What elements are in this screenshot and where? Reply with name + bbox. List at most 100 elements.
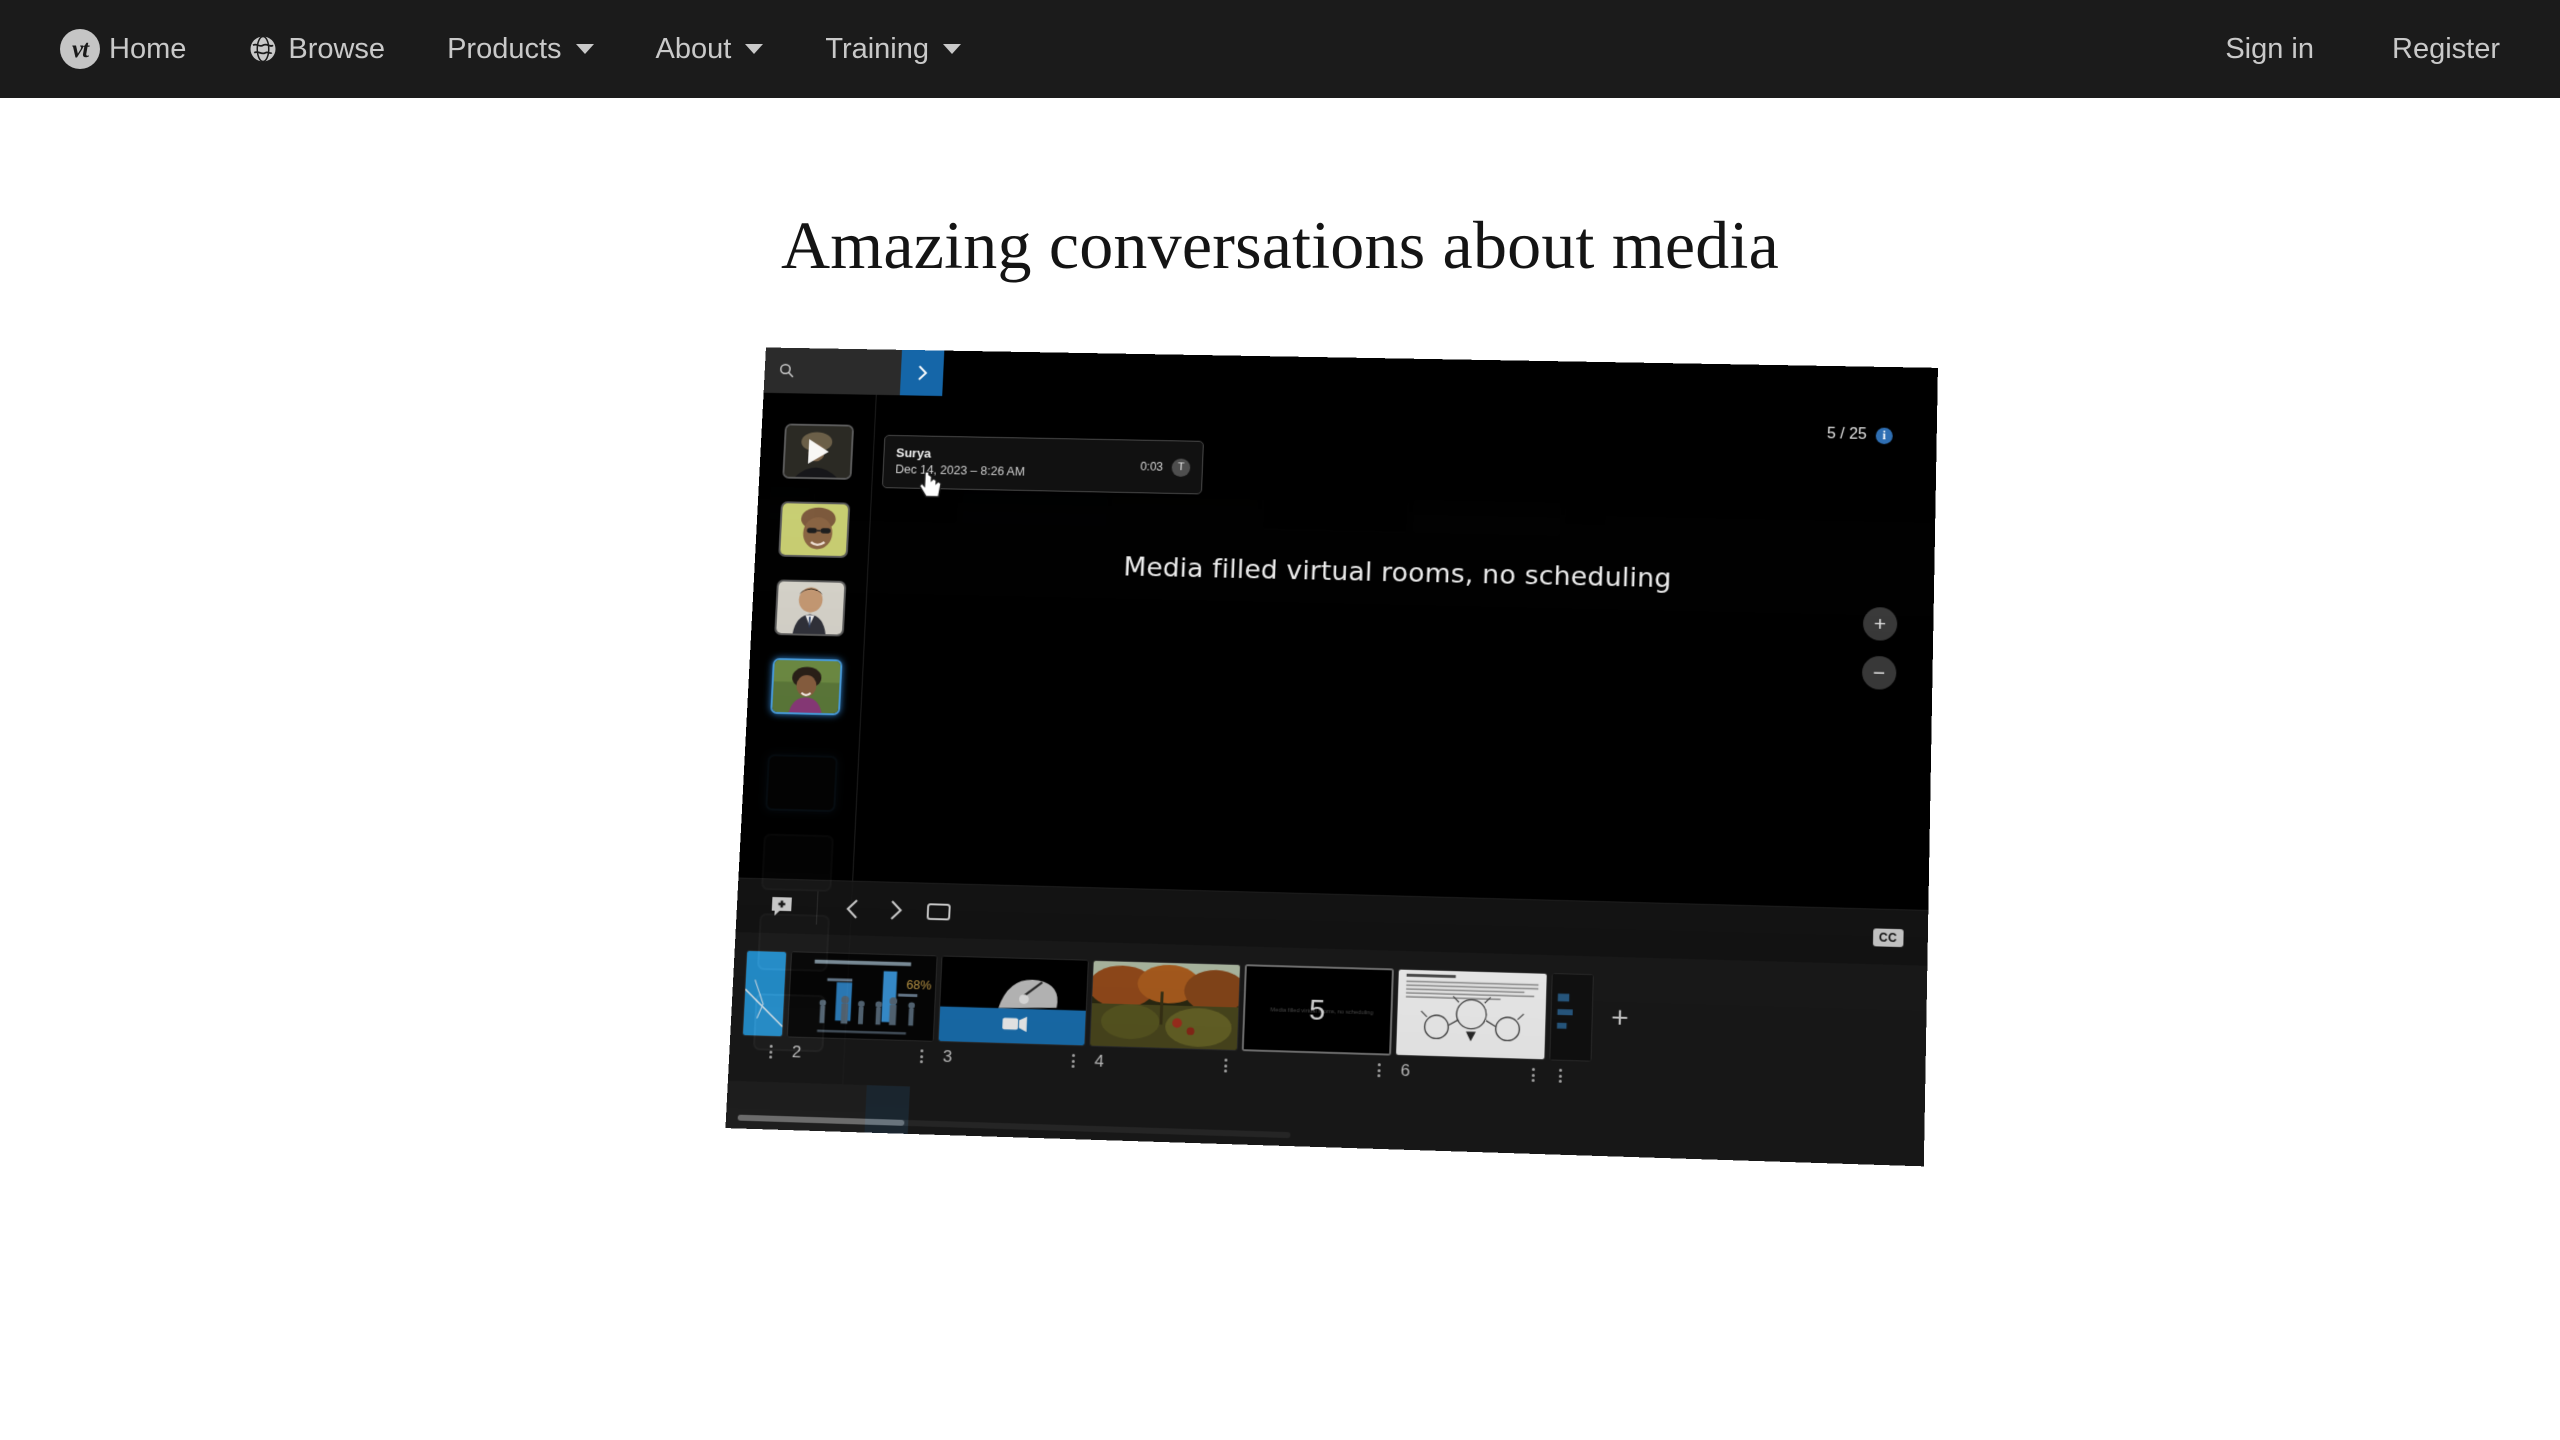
filmstrip-item-meta: 2 (785, 1037, 933, 1071)
slide-filmstrip: 68% 2 3 4 Media filled virtual rooms, no… (725, 932, 1927, 1166)
slide-thumb-image (1396, 970, 1547, 1060)
vt-logo-icon: vt (60, 29, 100, 69)
search-input[interactable] (764, 347, 902, 395)
panel-toggle-button[interactable] (900, 350, 944, 396)
participant-thumbnail-2[interactable] (778, 501, 850, 558)
slide-title-text: Media filled virtual rooms, no schedulin… (1123, 552, 1672, 594)
nav-item-home-label: Home (109, 35, 186, 64)
zoom-in-button[interactable]: + (1863, 607, 1898, 641)
fullscreen-button[interactable] (916, 889, 961, 933)
search-icon (778, 362, 796, 379)
slide-number: 3 (938, 1047, 952, 1067)
nav-left-group: vt Home Browse Products About Training (60, 29, 1023, 69)
add-comment-button[interactable] (759, 885, 804, 929)
participant-avatar (780, 503, 848, 556)
slide-thumbnail-7[interactable] (1549, 973, 1594, 1062)
mouse-cursor-pointer-icon (918, 470, 944, 499)
filmstrip-scrollbar[interactable] (738, 1115, 1291, 1138)
slide-number: 6 (1396, 1061, 1410, 1081)
add-comment-icon (768, 894, 795, 920)
tooltip-timestamp: Dec 14, 2023 – 8:26 AM (895, 463, 1025, 479)
slide-thumbnail-6[interactable] (1395, 969, 1548, 1061)
chevron-down-icon (943, 44, 961, 54)
app-screenshot: 5 / 25 i Surya Dec 14, 2023 – 8:26 AM 0:… (725, 347, 1937, 1166)
play-icon (784, 425, 852, 478)
filmstrip-item[interactable] (740, 950, 787, 1067)
transcript-icon[interactable]: T (1171, 458, 1190, 477)
filmstrip-item[interactable]: 4 (1088, 960, 1241, 1081)
slide-thumbnail-3[interactable] (938, 956, 1089, 1047)
slide-thumbnail-4[interactable] (1089, 960, 1241, 1051)
slide-thumb-image (1090, 961, 1240, 1050)
slide-menu-button[interactable] (1064, 1054, 1083, 1068)
nav-item-browse[interactable]: Browse (248, 34, 385, 64)
filmstrip-item[interactable]: 68% 2 (785, 951, 937, 1071)
app-body: 5 / 25 i Surya Dec 14, 2023 – 8:26 AM 0:… (738, 393, 1937, 910)
participant-thumbnail-1[interactable] (782, 423, 854, 479)
slide-stage: 5 / 25 i Surya Dec 14, 2023 – 8:26 AM 0:… (853, 395, 1937, 910)
filmstrip-scrollbar-thumb[interactable] (738, 1115, 905, 1126)
closed-captions-button[interactable]: CC (1873, 928, 1904, 947)
slide-menu-button[interactable] (1216, 1058, 1235, 1072)
globe-icon (248, 34, 278, 64)
previous-slide-button[interactable] (830, 886, 875, 930)
slide-thumbnail-2[interactable]: 68% (787, 951, 938, 1042)
slide-thumb-image (939, 957, 1088, 1046)
chevron-down-icon (745, 44, 763, 54)
tooltip-meta-group: 0:03 T (1140, 457, 1191, 476)
slide-thumbnail-5[interactable]: Media filled virtual rooms, no schedulin… (1242, 964, 1394, 1055)
nav-item-training-label: Training (825, 35, 929, 64)
filmstrip-item-meta: 6 (1394, 1056, 1545, 1090)
sign-in-link[interactable]: Sign in (2225, 35, 2314, 64)
register-label: Register (2392, 35, 2500, 64)
nav-item-training[interactable]: Training (825, 35, 961, 64)
slide-menu-button[interactable] (761, 1044, 780, 1058)
info-icon[interactable]: i (1876, 427, 1893, 444)
slide-menu-button[interactable] (1524, 1068, 1543, 1083)
app-window: 5 / 25 i Surya Dec 14, 2023 – 8:26 AM 0:… (725, 347, 1937, 1166)
sign-in-label: Sign in (2225, 35, 2314, 64)
filmstrip-item[interactable]: Media filled virtual rooms, no schedulin… (1241, 964, 1394, 1085)
slide-menu-button[interactable] (1369, 1063, 1388, 1077)
filmstrip-item-meta: 5 (1241, 1051, 1391, 1085)
slide-thumb-image (743, 951, 786, 1036)
slide-menu-button[interactable] (1551, 1068, 1570, 1083)
slide-thumb-image: 68% (788, 952, 937, 1041)
participant-avatar (776, 581, 844, 634)
slide-menu-button[interactable] (912, 1049, 931, 1063)
participant-thumbnail-4[interactable] (770, 658, 842, 715)
slide-number: 4 (1090, 1052, 1104, 1072)
slide-thumbnail-1[interactable] (742, 950, 787, 1037)
nav-right-group: Sign in Register (2147, 35, 2500, 64)
hero-screenshot-region: 5 / 25 i Surya Dec 14, 2023 – 8:26 AM 0:… (0, 337, 2560, 1437)
filmstrip-item-meta: 4 (1088, 1047, 1238, 1081)
add-slide-button[interactable]: + (1596, 974, 1645, 1063)
nav-item-about[interactable]: About (656, 35, 764, 64)
slide-counter-text: 5 / 25 (1827, 426, 1867, 444)
nav-item-products[interactable]: Products (447, 35, 593, 64)
zoom-controls-group: + − (1862, 607, 1898, 690)
slide-thumb-image (1550, 974, 1593, 1061)
chevron-left-icon (841, 896, 864, 922)
next-slide-button[interactable] (873, 888, 918, 932)
tooltip-duration: 0:03 (1140, 460, 1163, 474)
filmstrip-item-meta (740, 1036, 782, 1067)
register-link[interactable]: Register (2392, 35, 2500, 64)
filmstrip-item[interactable]: 6 (1394, 969, 1548, 1091)
chevron-right-icon (914, 363, 930, 382)
chevron-down-icon (576, 44, 594, 54)
participant-thumbnail-3[interactable] (774, 579, 846, 636)
top-navigation-bar: vt Home Browse Products About Training S… (0, 0, 2560, 98)
filmstrip-item-partial[interactable] (1548, 973, 1593, 1092)
nav-item-browse-label: Browse (288, 35, 385, 64)
slide-number: 2 (788, 1042, 802, 1062)
fullscreen-icon (925, 900, 953, 922)
filmstrip-item[interactable]: 3 (936, 956, 1089, 1077)
filmstrip-item-meta (1548, 1060, 1591, 1091)
page-title: Amazing conversations about media (0, 206, 2560, 285)
nav-item-home[interactable]: vt Home (60, 29, 186, 69)
nav-item-about-label: About (656, 35, 732, 64)
slide-counter: 5 / 25 i (1827, 426, 1893, 445)
zoom-out-button[interactable]: − (1862, 656, 1897, 690)
chevron-right-icon (884, 897, 907, 923)
